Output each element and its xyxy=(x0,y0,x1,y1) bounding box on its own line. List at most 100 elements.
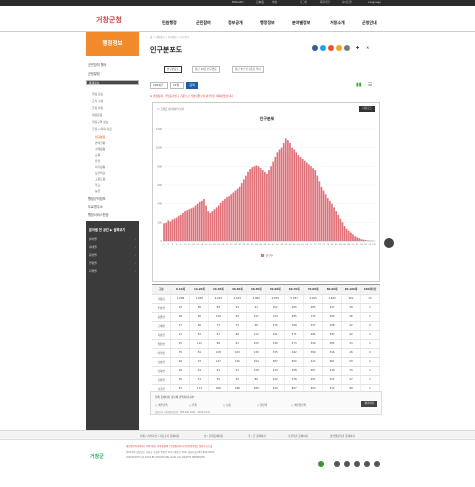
sidebar-sub[interactable]: 보건의료 xyxy=(95,171,105,175)
dark-link[interactable]: 연령별 xyxy=(89,261,97,265)
facebook-icon[interactable] xyxy=(334,461,340,467)
nav-participation[interactable]: 군민참여 xyxy=(196,20,211,26)
survey-option-radio[interactable]: ○ 보통 xyxy=(223,403,231,407)
dark-link[interactable]: 분야별 xyxy=(89,237,97,241)
sidebar-sub[interactable]: 조직 구성 xyxy=(92,99,103,103)
sidebar-sub[interactable]: 경제활동 xyxy=(95,147,105,151)
blog-icon[interactable] xyxy=(354,461,360,467)
footer-link[interactable]: 국 / 군 홈페이지 xyxy=(248,434,266,438)
x-tick-label: 2 xyxy=(168,244,170,246)
nav-office[interactable]: 군청안내 xyxy=(362,20,377,26)
sidebar-sub-population[interactable]: 인구분포 xyxy=(95,135,105,139)
survey-option-radio[interactable]: ○ 만족 xyxy=(189,403,197,407)
dark-link[interactable]: 세대별 xyxy=(89,245,97,249)
footer-policy[interactable]: 개인정보처리방침 | 이용약관 | 저작권정책 | 영상정보처리기기운영방침 |… xyxy=(126,444,212,448)
site-logo[interactable]: 거창군청 xyxy=(96,15,122,25)
chart-data-toggle[interactable]: ☐ 그래프 내 데이터 보기 xyxy=(157,107,184,111)
sidebar-sub[interactable]: 군정 시각화 자료 xyxy=(92,127,112,131)
lang-chinese-link[interactable]: 中文 xyxy=(272,1,277,5)
nav-info-disclosure[interactable]: 정보공개 xyxy=(228,20,243,26)
signup-link[interactable]: 회원가입 xyxy=(320,1,330,5)
table-cell: 46 xyxy=(341,312,361,322)
sidebar-sub[interactable]: 군정 살림 xyxy=(92,106,103,110)
sidebar-sub[interactable]: 환경 xyxy=(95,159,100,163)
site-footer: 인재 / 지식자산 / 자료조사 홈페이지 인 / 문화홈페이지 국 / 군 홈… xyxy=(0,430,475,487)
table-cell: 316 xyxy=(322,348,343,358)
sidebar-sub[interactable]: 면적현황 xyxy=(95,141,105,145)
dark-link[interactable]: 지역별 xyxy=(89,269,97,273)
lang-english-link[interactable]: ENGLISH xyxy=(232,1,243,5)
print-icon[interactable] xyxy=(344,45,350,51)
chart-bar xyxy=(263,171,266,241)
footer-link[interactable]: 관련행정기관 홈페이지 xyxy=(330,434,355,438)
sidebar-sub[interactable]: 농업 xyxy=(95,189,100,193)
nav-civil[interactable]: 민원행정 xyxy=(162,20,177,26)
tab-population-distribution[interactable]: 인구분포도 xyxy=(164,66,182,73)
dark-link[interactable]: 읍면별 xyxy=(89,253,97,257)
legend-swatch xyxy=(261,254,264,257)
twitter-share-icon[interactable] xyxy=(320,45,326,51)
language-select[interactable]: Language xyxy=(368,1,381,5)
footer-link[interactable]: 인재 / 지식자산 / 자료조사 홈페이지 xyxy=(140,434,179,438)
chart-bar xyxy=(255,165,258,241)
youtube-icon[interactable] xyxy=(364,461,370,467)
month-select[interactable]: 11월 xyxy=(170,82,184,89)
year-select[interactable]: 2022년 xyxy=(150,82,168,89)
nav-field-info[interactable]: 분야별정보 xyxy=(292,20,310,26)
chevron-right-icon: › xyxy=(134,269,136,273)
scroll-top-button[interactable] xyxy=(384,238,394,248)
x-tick-label: 24 xyxy=(213,244,216,246)
zoom-out-icon[interactable]: ✕ xyxy=(366,45,369,50)
table-cell: 69 xyxy=(227,330,248,340)
table-row: 남하면 26 44 61 51 128 219 358 267 249 33 1 xyxy=(152,366,381,376)
instagram-icon[interactable] xyxy=(344,461,350,467)
sidebar-sub[interactable]: 고용노동 xyxy=(95,177,105,181)
sidebar-sub[interactable]: 행정 정보 xyxy=(92,92,103,96)
chart-type-icon[interactable]: ▮▮ xyxy=(356,82,362,88)
table-view-icon[interactable]: ☰ xyxy=(368,82,372,88)
sitemap-link[interactable]: 사이트맵 xyxy=(342,1,352,5)
blog-share-icon[interactable] xyxy=(328,45,334,51)
sidebar-item-stats[interactable]: 통계정보 xyxy=(86,80,139,85)
footer-link[interactable]: 인 / 문화홈페이지 xyxy=(204,434,223,438)
nav-about[interactable]: 거창소개 xyxy=(330,20,345,26)
footer-link[interactable]: 소관기관 홈페이지 xyxy=(288,434,308,438)
sidebar-item[interactable]: 행정서비스헌장 xyxy=(88,212,109,217)
submit-survey-button[interactable]: 평가하기 xyxy=(361,401,377,407)
chart-bar xyxy=(249,169,251,241)
chart-bar xyxy=(305,162,308,241)
table-cell: 72 xyxy=(208,321,229,331)
sidebar-item[interactable]: 도로명주소 xyxy=(88,204,103,209)
chevron-right-icon: › xyxy=(134,253,136,257)
table-cell: 61 xyxy=(208,366,229,376)
rss-share-icon[interactable] xyxy=(336,45,342,51)
population-chart: 0200400600800100012000 2 4 6 8 10 12 14 16 18 20 22… xyxy=(156,128,377,258)
sidebar-sub[interactable]: 여가활동 xyxy=(95,165,105,169)
nav-admin-info[interactable]: 행정정보 xyxy=(260,20,275,26)
sidebar-sub[interactable]: 재정운용 xyxy=(92,113,102,117)
chart-bar xyxy=(245,175,247,241)
chart-bar xyxy=(316,175,319,241)
tab-10yr-change[interactable]: 최근 10년 인구변동 xyxy=(192,66,220,73)
lang-japanese-link[interactable]: 日本語 xyxy=(256,1,264,5)
login-link[interactable]: 로그인 xyxy=(300,1,307,5)
tab-5yr-trend[interactable]: 최근 5년 인구증감 추이 xyxy=(232,66,264,73)
sidebar-item[interactable]: 행정규칙정보 xyxy=(88,196,106,201)
sidebar-sub[interactable]: 학교 xyxy=(95,183,100,187)
survey-option-radio[interactable]: ○ 불만족 xyxy=(257,403,267,407)
survey-option-radio[interactable]: ○ 매우만족 xyxy=(155,403,168,407)
table-cell: 358 xyxy=(284,366,305,376)
search-button[interactable]: 검색 xyxy=(186,82,198,89)
zoom-in-icon[interactable]: ✚ xyxy=(356,45,359,50)
facebook-share-icon[interactable] xyxy=(312,45,318,51)
download-button[interactable]: 다운로드 xyxy=(359,106,375,112)
sidebar-sub[interactable]: 교육 xyxy=(95,153,100,157)
sidebar-item[interactable]: 군정알림 xyxy=(88,71,100,76)
twitter-icon[interactable] xyxy=(374,461,380,467)
sidebar-item[interactable]: 군민참여 행사 xyxy=(88,62,107,67)
chart-bar xyxy=(221,200,224,241)
chart-bar xyxy=(219,202,222,241)
table-cell: 81 xyxy=(189,348,210,358)
survey-option-radio[interactable]: ○ 매우불만족 xyxy=(291,403,306,407)
sidebar-sub[interactable]: 행정구역 정보 xyxy=(92,120,108,124)
